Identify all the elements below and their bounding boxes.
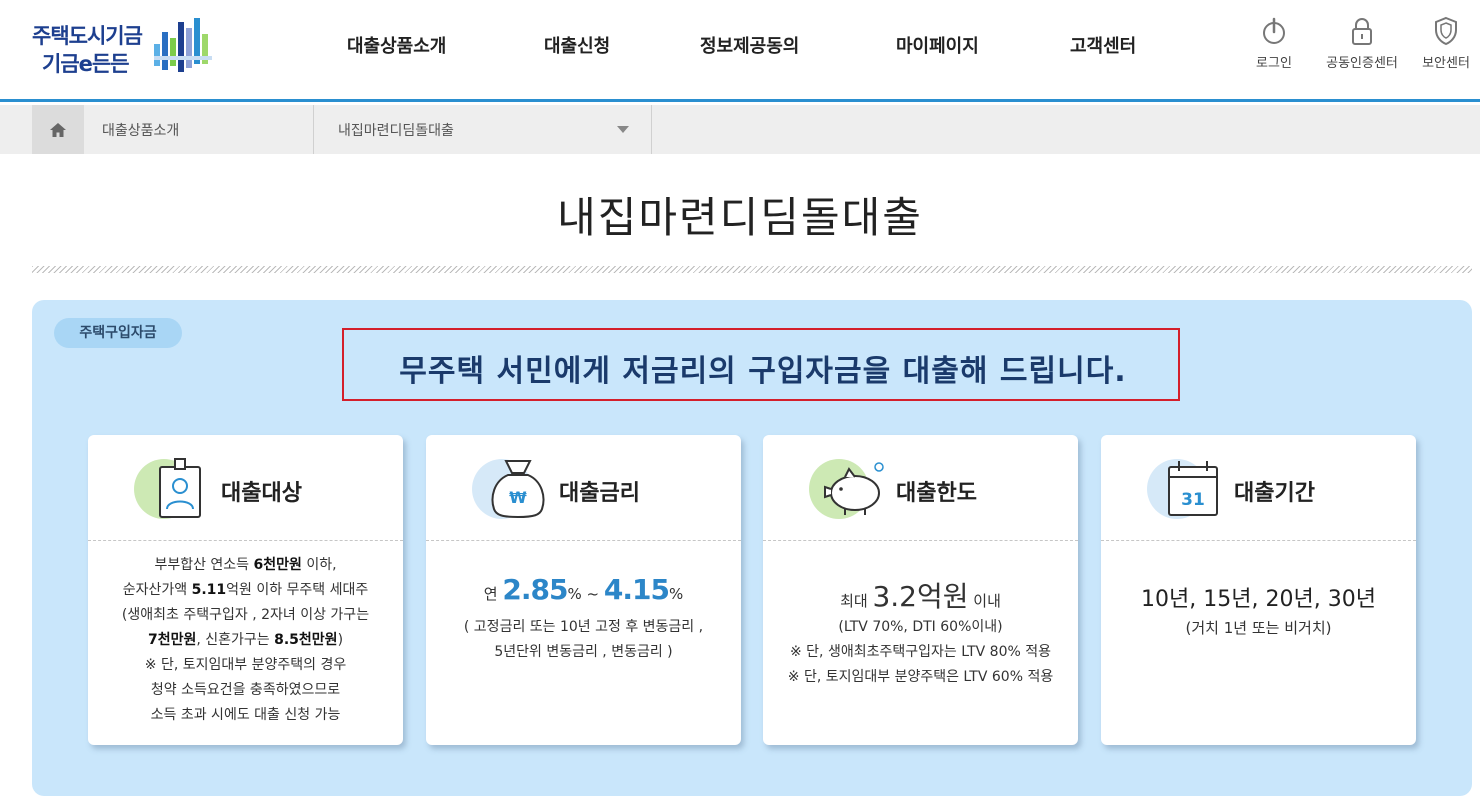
loan-limit-amount: 최대 3.2억원 이내 — [840, 580, 1001, 613]
calendar-icon: 31 — [1147, 459, 1218, 519]
rate-max: 4.15 — [603, 573, 670, 606]
lock-icon — [1352, 18, 1372, 45]
rate-note: ( 고정금리 또는 10년 고정 후 변동금리 , 5년단위 변동금리 , 변동… — [463, 619, 704, 660]
nav-customer-center[interactable]: 고객센터 — [1070, 32, 1136, 58]
card-title: 대출대상 — [221, 481, 302, 506]
login-label: 로그인 — [1256, 56, 1292, 71]
rate-min: 2.85 — [502, 573, 568, 606]
svg-text:31: 31 — [1181, 490, 1205, 510]
logo-bars-icon — [154, 18, 212, 72]
card-title: 대출기간 — [1234, 481, 1315, 506]
login-button[interactable]: 로그인 — [1234, 16, 1314, 71]
shield-icon — [1435, 16, 1457, 46]
security-center-button[interactable]: 보안센터 — [1406, 16, 1480, 71]
breadcrumb-level1[interactable]: 대출상품소개 — [84, 105, 314, 154]
cert-center-label: 공동인증센터 — [1326, 56, 1398, 71]
breadcrumb-level2-select[interactable]: 내집마련디딤돌대출 — [314, 105, 652, 154]
cert-center-button[interactable]: 공동인증센터 — [1322, 16, 1402, 71]
piggy-bank-icon — [809, 459, 884, 519]
money-bag-icon: ₩ — [472, 459, 545, 519]
home-icon — [50, 122, 66, 137]
site-logo[interactable]: 주택도시기금 기금e든든 — [30, 14, 220, 76]
logo-text-line2: 기금e든든 — [42, 52, 130, 76]
site-header: 주택도시기금 기금e든든 대출상품소개 대출신청 정보제공동의 마이페이지 고객… — [0, 0, 1480, 102]
headline-text: 무주택 서민에게 저금리의 구입자금을 대출해 드립니다. — [399, 354, 1127, 389]
nav-mypage[interactable]: 마이페이지 — [896, 32, 979, 58]
card-loan-limit: 대출한도 최대 3.2억원 이내 (LTV 70%, DTI 60%이내) ※ … — [763, 435, 1078, 745]
limit-note: (LTV 70%, DTI 60%이내) ※ 단, 생애최초주택구입자는 LTV… — [787, 619, 1054, 685]
power-icon — [1263, 17, 1285, 44]
logo-text-line1: 주택도시기금 — [32, 24, 143, 48]
id-badge-icon — [134, 458, 201, 519]
card-loan-term: 31 대출기간 10년, 15년, 20년, 30년 (거치 1년 또는 비거치… — [1101, 435, 1416, 745]
nav-info-consent[interactable]: 정보제공동의 — [700, 32, 799, 58]
loan-summary-panel: 주택구입자금 무주택 서민에게 저금리의 구입자금을 대출해 드립니다. 대출대… — [32, 300, 1472, 796]
card-title: 대출한도 — [896, 481, 977, 506]
term-note: (거치 1년 또는 비거치) — [1185, 619, 1332, 637]
page-title: 내집마련디딤돌대출 — [557, 193, 923, 242]
nav-loan-products[interactable]: 대출상품소개 — [347, 32, 446, 58]
interest-rate-range: 연 2.85% ~ 4.15% — [483, 573, 684, 606]
chevron-down-icon — [617, 126, 629, 133]
breadcrumb: 대출상품소개 내집마련디딤돌대출 — [0, 105, 1480, 154]
svg-text:₩: ₩ — [509, 488, 527, 507]
nav-loan-apply[interactable]: 대출신청 — [544, 32, 610, 58]
category-badge: 주택구입자금 — [54, 318, 182, 348]
loan-term-options: 10년, 15년, 20년, 30년 — [1141, 587, 1376, 612]
card-body: 부부합산 연소득 6천만원 이하, 순자산가액 5.11억원 이하 무주택 세대… — [121, 557, 370, 723]
card-loan-rate: ₩ 대출금리 연 2.85% ~ 4.15% ( 고정금리 또는 10년 고정 … — [426, 435, 741, 745]
card-loan-target: 대출대상 부부합산 연소득 6천만원 이하, 순자산가액 5.11억원 이하 무… — [88, 435, 403, 745]
breadcrumb-level2-label: 내집마련디딤돌대출 — [338, 123, 454, 139]
home-button[interactable] — [32, 105, 84, 154]
security-center-label: 보안센터 — [1422, 56, 1470, 71]
card-title: 대출금리 — [559, 481, 640, 506]
title-divider — [32, 266, 1472, 273]
headline-highlight-box: 무주택 서민에게 저금리의 구입자금을 대출해 드립니다. — [342, 328, 1180, 401]
